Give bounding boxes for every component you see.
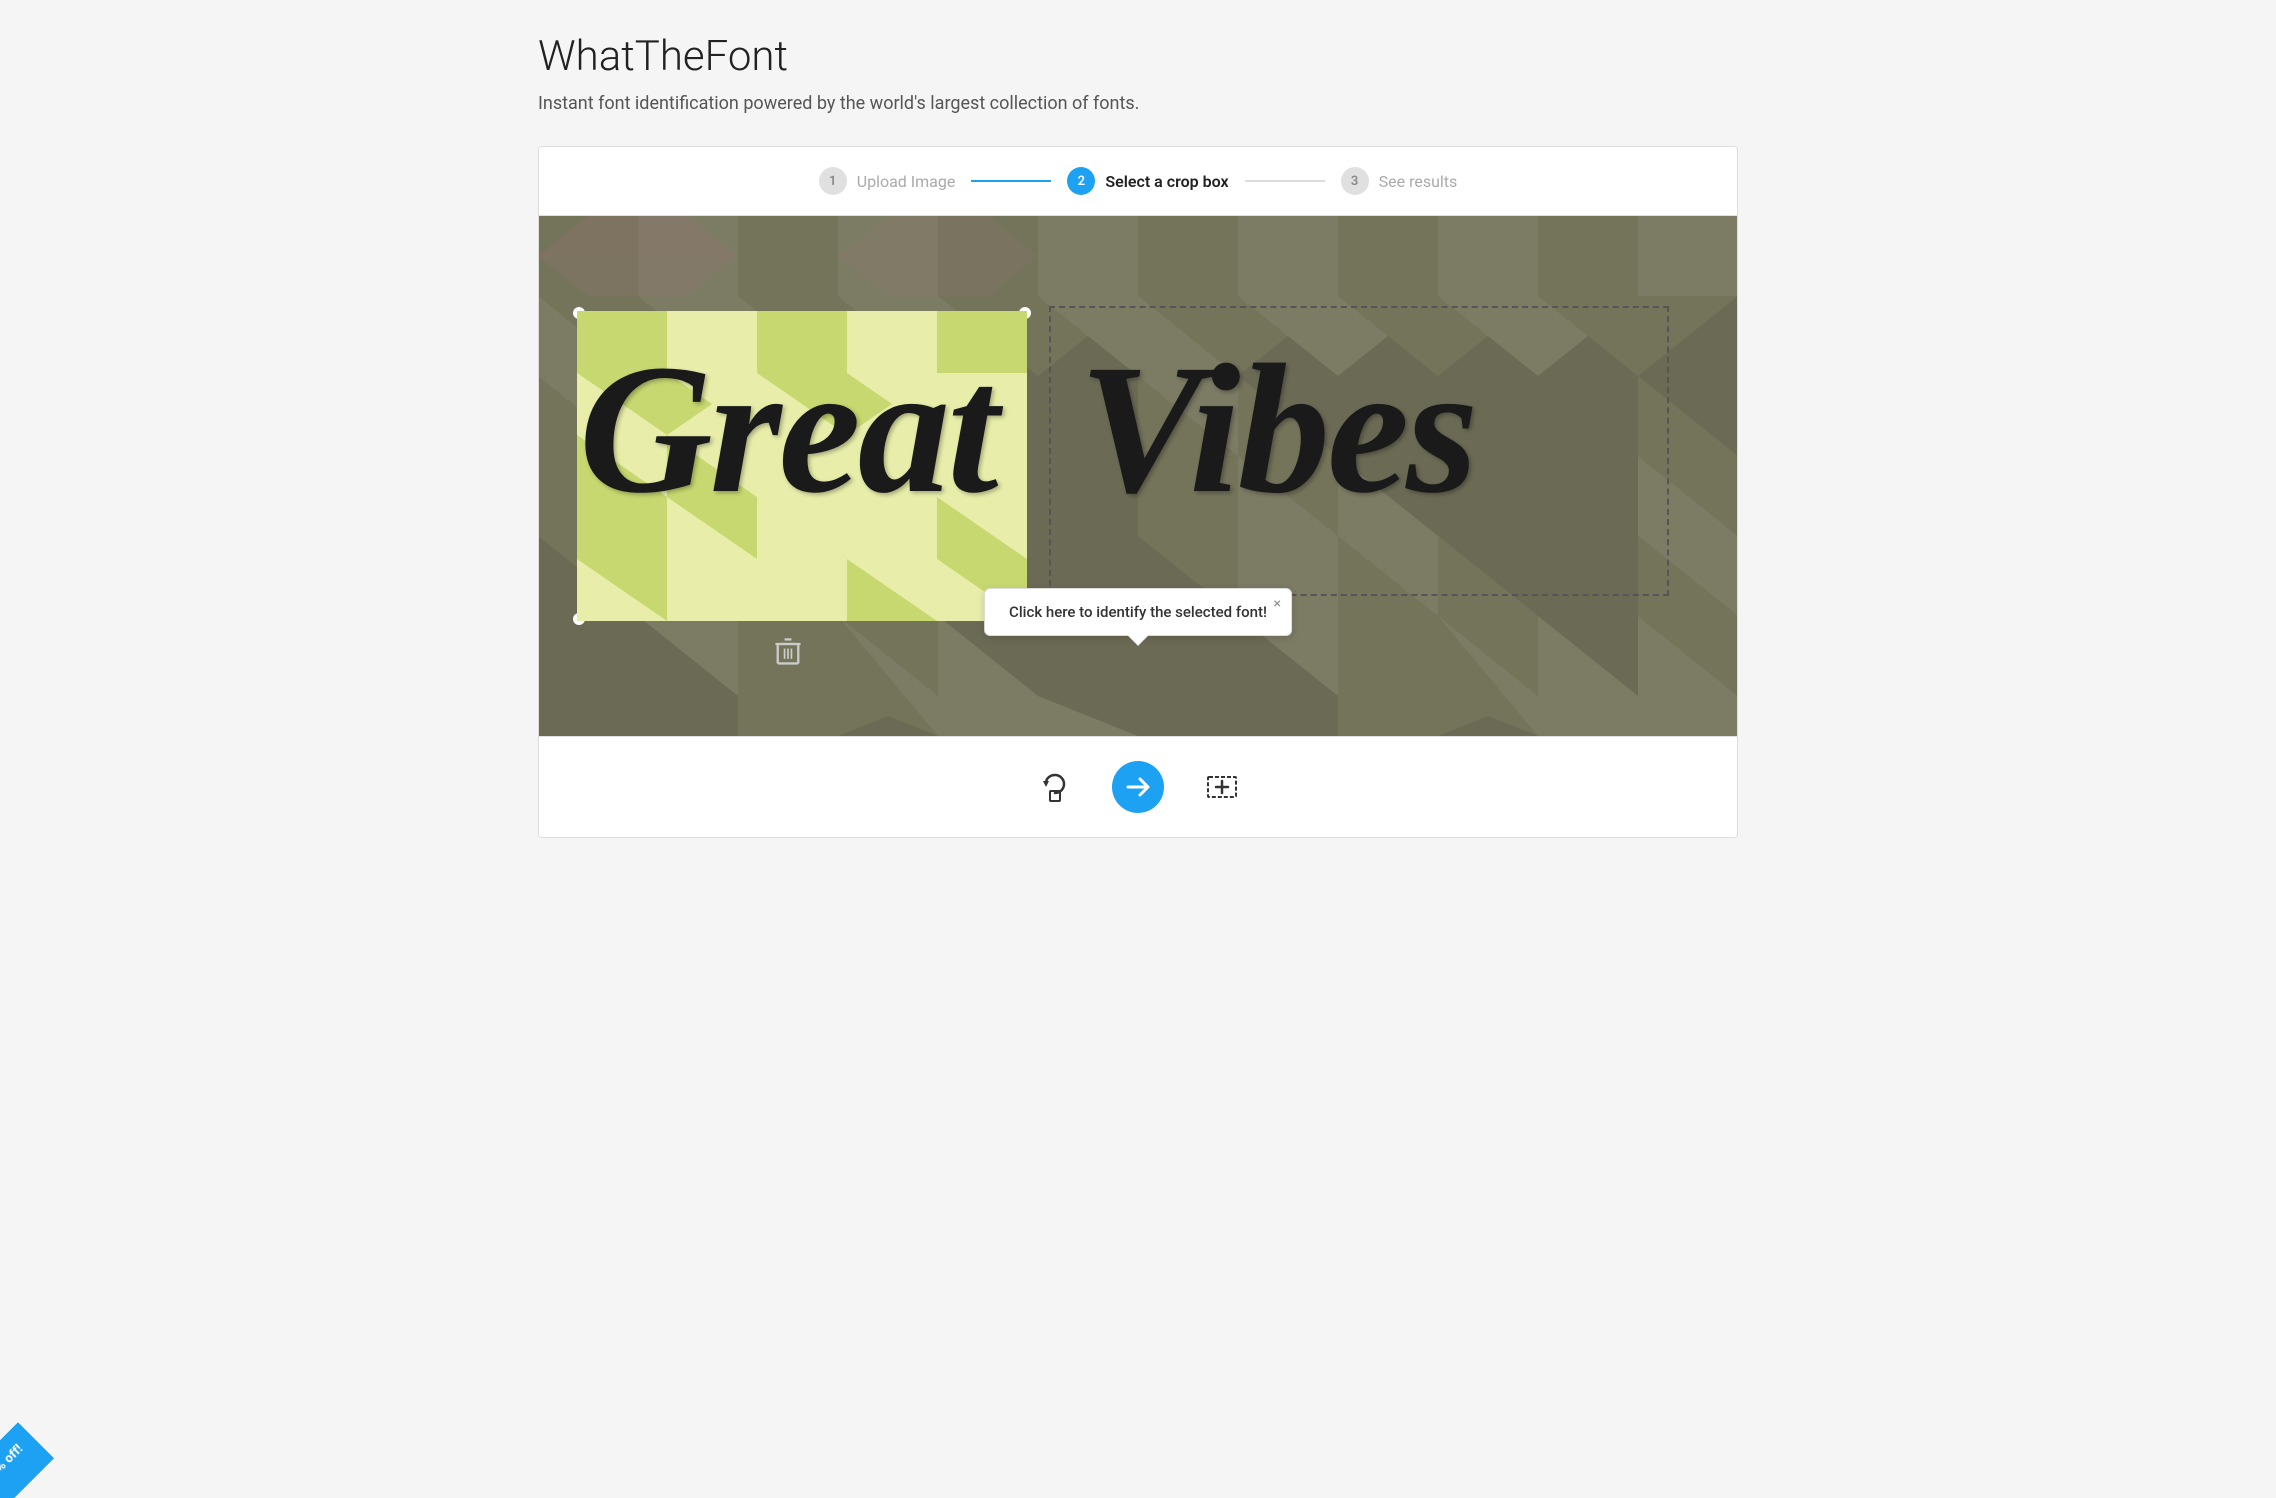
crop-area[interactable]: Great Vibes <box>539 216 1737 736</box>
rotate-icon <box>1038 771 1070 803</box>
step-1-label: Upload Image <box>857 172 956 191</box>
page-subtitle: Instant font identification powered by t… <box>538 93 1738 114</box>
page-title: WhatTheFont <box>538 32 1738 81</box>
arrow-right-icon <box>1122 771 1154 803</box>
tooltip-text: Click here to identify the selected font… <box>1009 603 1267 621</box>
great-region-bg <box>577 311 1027 621</box>
step-2: 2 Select a crop box <box>1067 167 1228 195</box>
step-connector-2 <box>1245 180 1325 182</box>
promo-banner[interactable]: Get 10% off! <box>0 1422 54 1498</box>
wizard-container: 1 Upload Image 2 Select a crop box 3 See… <box>538 146 1738 838</box>
step-connector-1 <box>971 180 1051 182</box>
add-crop-button[interactable] <box>1196 761 1248 813</box>
identify-button[interactable] <box>1112 761 1164 813</box>
step-3-label: See results <box>1379 172 1458 191</box>
tooltip-close[interactable]: × <box>1273 597 1280 611</box>
step-3: 3 See results <box>1341 167 1458 195</box>
add-crop-icon <box>1206 771 1238 803</box>
bottom-toolbar <box>539 736 1737 837</box>
step-2-circle: 2 <box>1067 167 1095 195</box>
tooltip-wrapper: × Click here to identify the selected fo… <box>984 588 1292 636</box>
step-3-circle: 3 <box>1341 167 1369 195</box>
trash-icon <box>774 636 802 668</box>
rotate-button[interactable] <box>1028 761 1080 813</box>
step-1: 1 Upload Image <box>819 167 956 195</box>
crop-box-2[interactable] <box>1049 306 1669 596</box>
step-1-circle: 1 <box>819 167 847 195</box>
great-region <box>577 311 1027 621</box>
page-container: WhatTheFont Instant font identification … <box>498 0 1778 870</box>
step-bar: 1 Upload Image 2 Select a crop box 3 See… <box>539 147 1737 216</box>
step-2-label: Select a crop box <box>1105 172 1228 191</box>
delete-crop-button[interactable] <box>774 636 802 675</box>
promo-text: Get 10% off! <box>0 1442 26 1498</box>
tooltip-box: × Click here to identify the selected fo… <box>984 588 1292 636</box>
